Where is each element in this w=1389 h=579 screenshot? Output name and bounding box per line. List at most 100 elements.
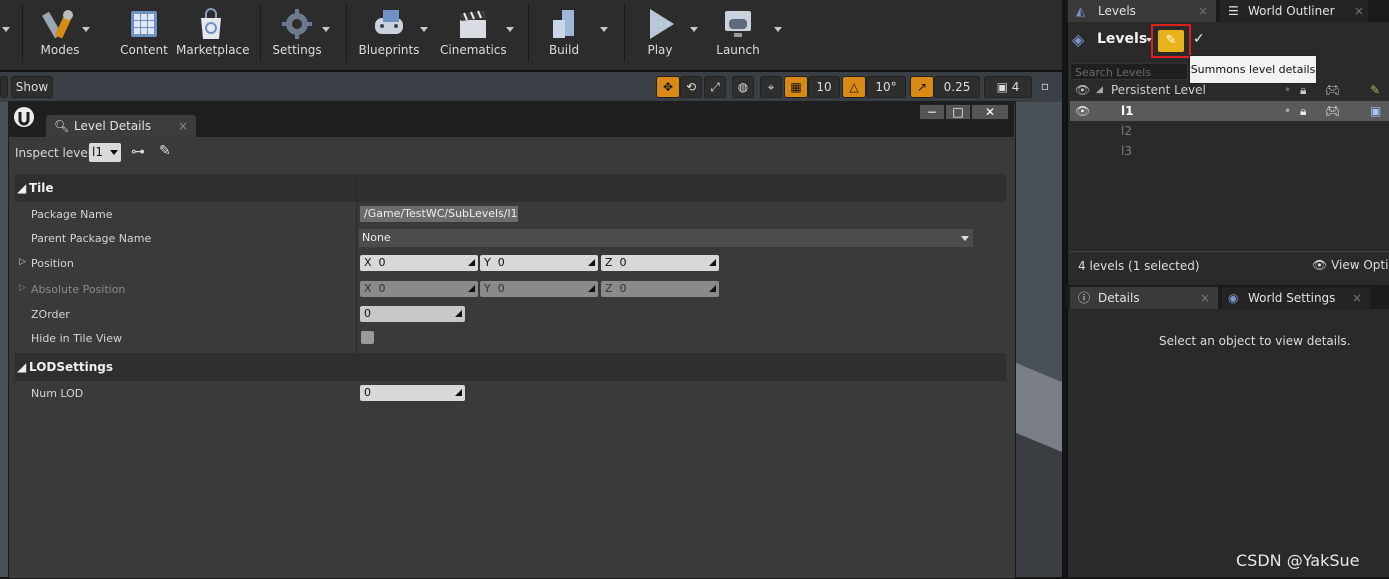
position-x-field[interactable]: X 0 [360, 255, 478, 271]
rotate-mode-icon[interactable]: ⟲ [680, 76, 702, 98]
world-space-icon[interactable]: ◍ [732, 76, 754, 98]
expand-arrow-icon[interactable]: ▷ [19, 257, 26, 267]
column-divider [356, 174, 357, 378]
content-button[interactable]: Content [118, 0, 170, 66]
close-tab-icon[interactable]: × [1200, 287, 1210, 309]
rotation-snap-icon[interactable]: △ [842, 76, 866, 98]
collapse-arrow-icon: ◢ [17, 360, 27, 374]
info-icon: ⓘ [1078, 291, 1091, 305]
globe-icon: ◉ [1228, 291, 1239, 305]
maximize-viewport-icon[interactable]: ▫ [1038, 76, 1052, 96]
translate-mode-icon[interactable]: ✥ [656, 76, 680, 98]
play-dropdown-icon[interactable] [690, 27, 698, 32]
position-label: Position [31, 257, 74, 270]
position-z-field[interactable]: Z 0 [601, 255, 719, 271]
visibility-eye-icon[interactable]: 👁︎ [1075, 101, 1090, 121]
settings-gear-icon [282, 9, 312, 39]
visibility-eye-icon[interactable]: 👁︎ [1075, 80, 1090, 100]
grid-snap-icon[interactable]: ▦ [784, 76, 808, 98]
blueprints-button[interactable]: Blueprints [356, 0, 422, 66]
close-tab-icon[interactable]: × [1354, 0, 1364, 22]
eye-icon: 👁︎ [1312, 258, 1328, 272]
close-window-icon[interactable]: ✕ [971, 104, 1009, 120]
camera-speed-button[interactable]: ▣ 4 [984, 76, 1032, 98]
modes-button[interactable]: Modes [30, 0, 90, 66]
collapse-arrow-icon[interactable]: ◢ [1096, 80, 1103, 100]
zorder-field[interactable]: 0 [360, 306, 465, 322]
play-button[interactable]: Play [634, 0, 686, 66]
overflow-arrow-icon[interactable] [2, 27, 10, 32]
scale-mode-icon[interactable]: ⤢ [704, 76, 726, 98]
blueprints-dropdown-icon[interactable] [420, 27, 428, 32]
tab-levels[interactable]: ◭ Levels × [1068, 0, 1216, 22]
rotation-snap-value[interactable]: 10° [866, 76, 906, 98]
edit-level-icon[interactable]: ✎ [159, 143, 171, 159]
search-levels-input[interactable]: Search Levels [1070, 63, 1188, 80]
hide-in-tile-view-label: Hide in Tile View [31, 332, 122, 345]
level-row-l3[interactable]: l3 [1070, 141, 1389, 161]
cinematics-dropdown-icon[interactable] [506, 27, 514, 32]
scale-snap-icon[interactable]: ↗ [910, 76, 934, 98]
scale-snap-value[interactable]: 0.25 [934, 76, 980, 98]
dot-icon: • [1284, 104, 1292, 118]
category-tile[interactable]: ◢ Tile [15, 174, 1006, 202]
cinematics-button[interactable]: Cinematics [440, 0, 507, 66]
outliner-icon: ☰ [1228, 4, 1239, 18]
settings-dropdown-icon[interactable] [322, 27, 330, 32]
minimize-window-icon[interactable]: − [919, 104, 945, 120]
tab-details[interactable]: ⓘ Details × [1070, 287, 1218, 309]
gamepad-icon[interactable]: 🎮︎ [1325, 80, 1340, 100]
close-tab-icon[interactable]: × [178, 115, 188, 137]
close-tab-icon[interactable]: × [1352, 287, 1362, 309]
build-button[interactable]: Build [540, 0, 588, 66]
launch-button[interactable]: Launch [712, 0, 764, 66]
tab-world-outliner[interactable]: ☰ World Outliner × [1220, 0, 1368, 22]
expand-arrow-icon[interactable]: ▷ [19, 283, 26, 293]
show-button[interactable]: Show [11, 76, 53, 98]
grid-snap-value[interactable]: 10 [808, 76, 840, 98]
lock-icon[interactable]: 🔒︎ [1300, 101, 1306, 121]
levels-icon: ◭ [1076, 4, 1086, 18]
build-dropdown-icon[interactable] [600, 27, 608, 32]
category-lod-settings[interactable]: ◢ LODSettings [15, 353, 1006, 381]
view-options-button[interactable]: 👁︎ View Options [1312, 258, 1389, 272]
lock-icon[interactable]: 🔒︎ [1300, 80, 1306, 100]
levels-menu[interactable]: Levels [1097, 31, 1147, 47]
gamepad-icon[interactable]: 🎮︎ [1325, 101, 1340, 121]
toolbar-separator [346, 4, 347, 62]
main-toolbar: Modes Content Marketplace Settings Bluep… [0, 0, 1062, 71]
position-y-field[interactable]: Y 0 [480, 255, 598, 271]
parent-package-label: Parent Package Name [31, 232, 152, 245]
edit-brush-icon[interactable]: ✓ [1193, 31, 1205, 47]
build-blocks-icon [553, 10, 574, 38]
cinematics-clapper-icon [460, 10, 486, 38]
settings-button[interactable]: Settings [268, 0, 326, 66]
hierarchy-icon[interactable]: ⊶ [131, 144, 145, 160]
tab-level-details[interactable]: 🔍︎ Level Details × [46, 115, 196, 137]
inspect-level-label: Inspect level: [15, 146, 96, 160]
tab-world-settings[interactable]: ◉ World Settings × [1222, 287, 1370, 309]
drag-handle-icon [468, 259, 475, 266]
level-row-l2[interactable]: l2 [1070, 121, 1389, 141]
surface-snap-icon[interactable]: ⌖ [760, 76, 782, 98]
drag-handle-icon [468, 285, 475, 292]
hide-in-tile-view-checkbox[interactable] [361, 331, 374, 344]
inspect-level-dropdown[interactable]: l1 [89, 143, 121, 162]
save-icon[interactable]: ▣ [1370, 101, 1381, 121]
chevron-down-icon [961, 236, 969, 241]
level-row-l1[interactable]: 👁︎ l1 • 🔒︎ 🎮︎ ▣ [1070, 101, 1389, 121]
marketplace-button[interactable]: Marketplace [176, 0, 250, 66]
close-tab-icon[interactable]: × [1198, 0, 1208, 22]
content-browser-icon [131, 11, 157, 37]
modes-dropdown-icon[interactable] [82, 27, 90, 32]
viewport-options-button[interactable] [0, 76, 8, 98]
dot-icon: • [1284, 83, 1292, 97]
level-row-persistent[interactable]: 👁︎ ◢ Persistent Level • 🔒︎ 🎮︎ ✎ [1070, 80, 1389, 100]
chevron-down-icon [110, 150, 118, 155]
maximize-window-icon[interactable]: □ [945, 104, 971, 120]
parent-package-dropdown[interactable]: None [359, 229, 973, 247]
pencil-icon[interactable]: ✎ [1370, 80, 1380, 100]
unreal-logo-icon [13, 106, 35, 128]
num-lod-field[interactable]: 0 [360, 385, 465, 401]
launch-dropdown-icon[interactable] [774, 27, 782, 32]
